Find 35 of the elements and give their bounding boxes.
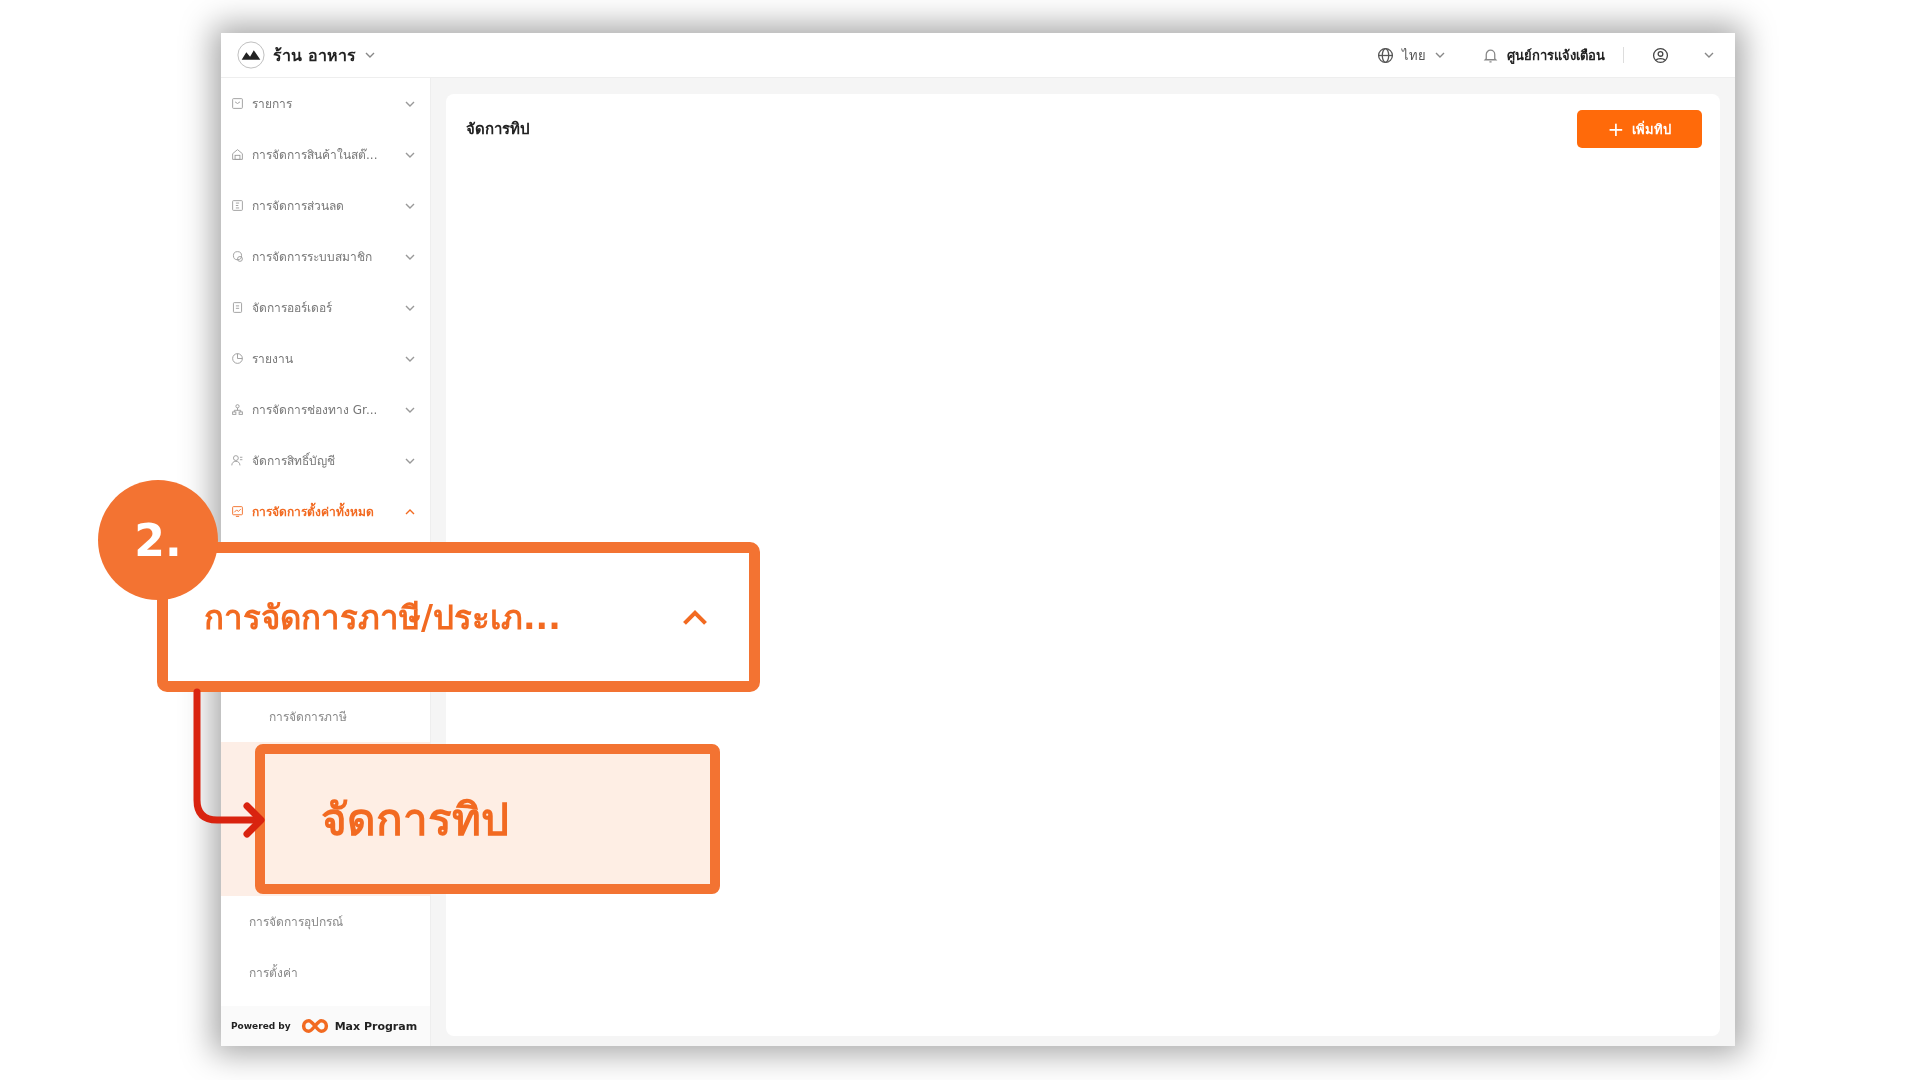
menu-icon — [231, 199, 244, 212]
sidebar-submenu-item-callout[interactable]: จัดการทิป — [255, 744, 720, 894]
menu-icon — [231, 403, 244, 416]
page-title: จัดการทิป — [466, 119, 530, 140]
menu-icon — [231, 97, 244, 110]
menu-icon — [231, 148, 244, 161]
sidebar-submenu-item[interactable]: การตั้งค่า — [249, 963, 298, 982]
store-name[interactable]: ร้าน อาหาร — [273, 42, 356, 68]
step-number-badge: 2. — [98, 480, 218, 600]
menu-icon — [231, 301, 244, 314]
sidebar-menu-item[interactable]: จัดการออร์เดอร์ — [221, 282, 430, 333]
sidebar-menu-item[interactable]: การจัดการตั้งค่าทั้งหมด — [221, 486, 430, 537]
globe-icon[interactable] — [1377, 46, 1394, 64]
chevron-up-icon — [681, 607, 709, 627]
sidebar-menu-item[interactable]: จัดการสิทธิ์บัญชี — [221, 435, 430, 486]
menu-icon — [231, 352, 244, 365]
store-logo-icon — [237, 41, 265, 69]
add-tip-button[interactable]: + เพิ่มทิป — [1577, 110, 1702, 148]
powered-by-label: Powered by — [231, 1021, 291, 1031]
language-selector[interactable]: ไทย — [1402, 44, 1426, 66]
sidebar-menu-item[interactable]: การจัดการช่องทาง Gr... — [221, 384, 430, 435]
sidebar-menu-item[interactable]: การจัดการส่วนลด — [221, 180, 430, 231]
menu-icon — [231, 454, 244, 467]
brand-name: Max Program — [334, 1019, 418, 1033]
sidebar-menu-item[interactable]: การจัดการระบบสมาชิก — [221, 231, 430, 282]
user-avatar-icon[interactable] — [1652, 46, 1669, 64]
sidebar-submenu-item[interactable]: การจัดการภาษี — [269, 707, 347, 726]
menu-icon — [231, 250, 244, 263]
menu-icon — [231, 505, 244, 518]
sidebar-menu-item[interactable]: รายงาน — [221, 333, 430, 384]
sidebar-submenu-item[interactable]: การจัดการอุปกรณ์ — [249, 912, 343, 931]
sidebar-menu-item[interactable]: รายการ — [221, 78, 430, 129]
infinity-logo-icon — [300, 1018, 329, 1034]
notification-center-link[interactable]: ศูนย์การแจ้งเตือน — [1507, 44, 1605, 66]
sidebar-menu-item[interactable]: การจัดการสินค้าในสต๊... — [221, 129, 430, 180]
